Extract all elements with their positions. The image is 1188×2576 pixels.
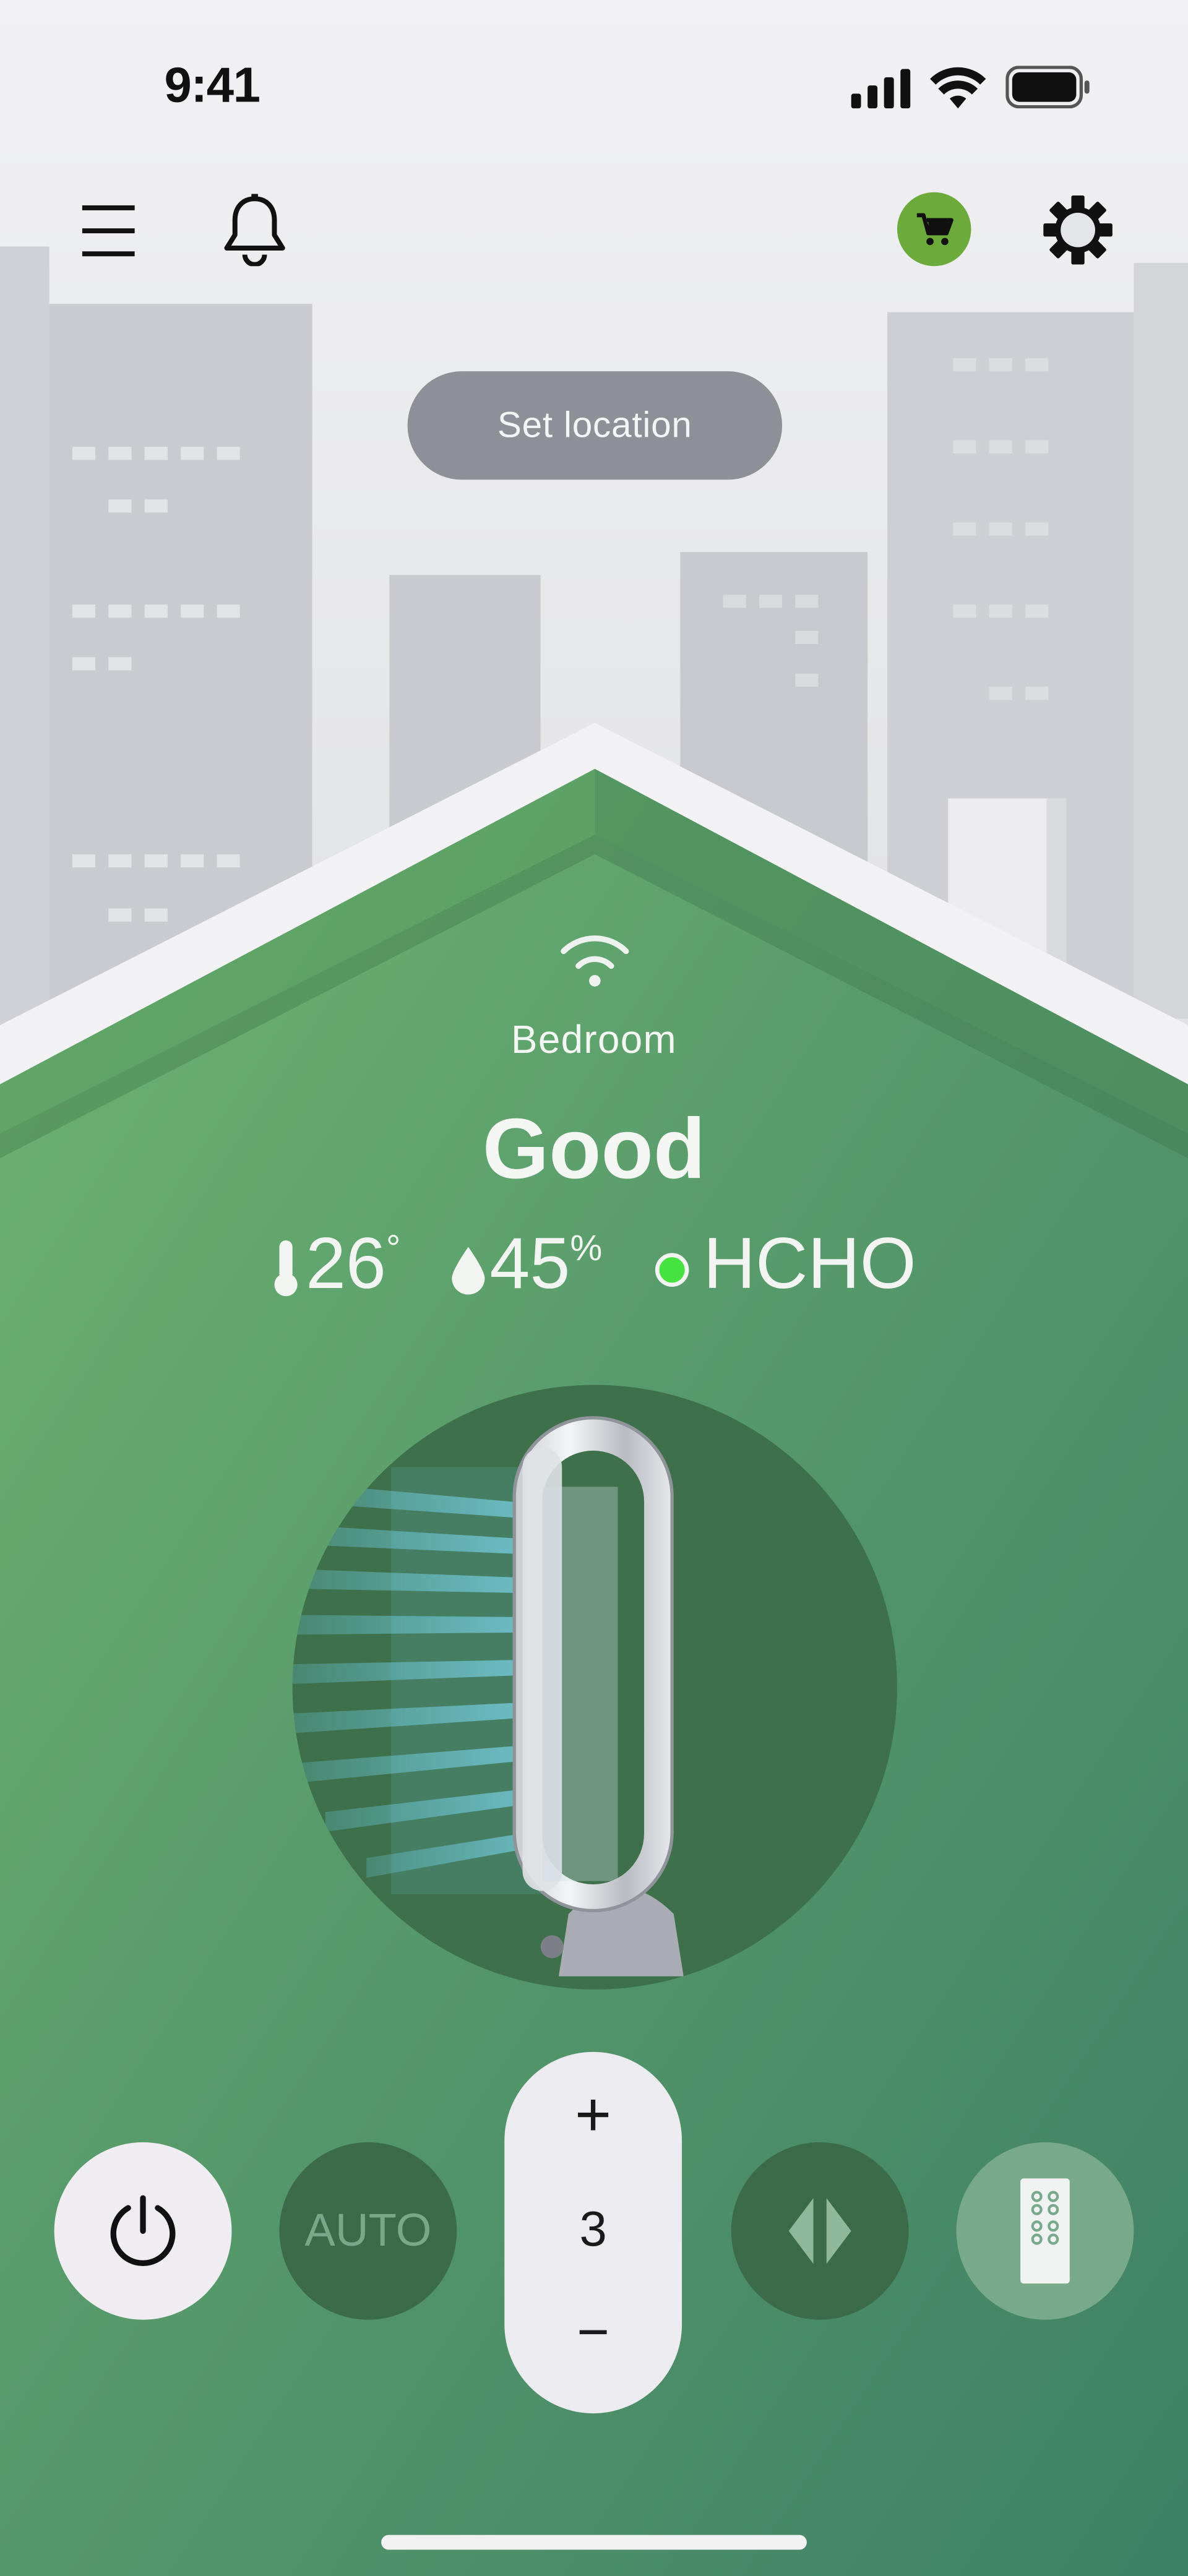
temperature-value: 26 — [305, 1224, 386, 1305]
temperature-reading: 26 ° — [273, 1224, 401, 1306]
wifi-icon — [561, 935, 629, 987]
power-button[interactable] — [54, 2142, 232, 2320]
hcho-reading: HCHO — [654, 1224, 916, 1306]
power-icon — [110, 2195, 176, 2266]
air-quality-status: Good — [482, 1102, 706, 1198]
device-display — [292, 1385, 897, 1990]
humidity-reading: 45 % — [450, 1224, 603, 1306]
remote-control-icon — [1020, 2178, 1070, 2284]
thermometer-icon — [274, 1240, 298, 1297]
speed-increase-button[interactable]: + — [504, 2082, 682, 2152]
hcho-status-dot-icon — [655, 1253, 689, 1287]
air-purifier-fan-image — [292, 1416, 684, 1977]
room-readings: 26 ° 45 % HCHO — [0, 1224, 1188, 1316]
remote-control-button[interactable] — [956, 2142, 1134, 2320]
oscillation-icon — [788, 2198, 851, 2264]
room-name: Bedroom — [511, 1018, 677, 1063]
auto-mode-button[interactable]: AUTO — [279, 2142, 457, 2320]
oscillation-button[interactable] — [731, 2142, 909, 2320]
home-indicator[interactable] — [381, 2535, 807, 2550]
humidity-unit: % — [570, 1227, 603, 1269]
hcho-label: HCHO — [703, 1224, 916, 1305]
temperature-unit: ° — [385, 1227, 401, 1269]
app-screen: 9:41 Set location Bedroom Good 26 ° 45 %… — [0, 0, 1188, 2576]
speed-value: 3 — [579, 2203, 607, 2257]
water-drop-icon — [452, 1247, 485, 1295]
fan-speed-stepper: + 3 − — [504, 2051, 682, 2414]
humidity-value: 45 — [489, 1224, 570, 1305]
speed-decrease-button[interactable]: − — [504, 2301, 682, 2366]
